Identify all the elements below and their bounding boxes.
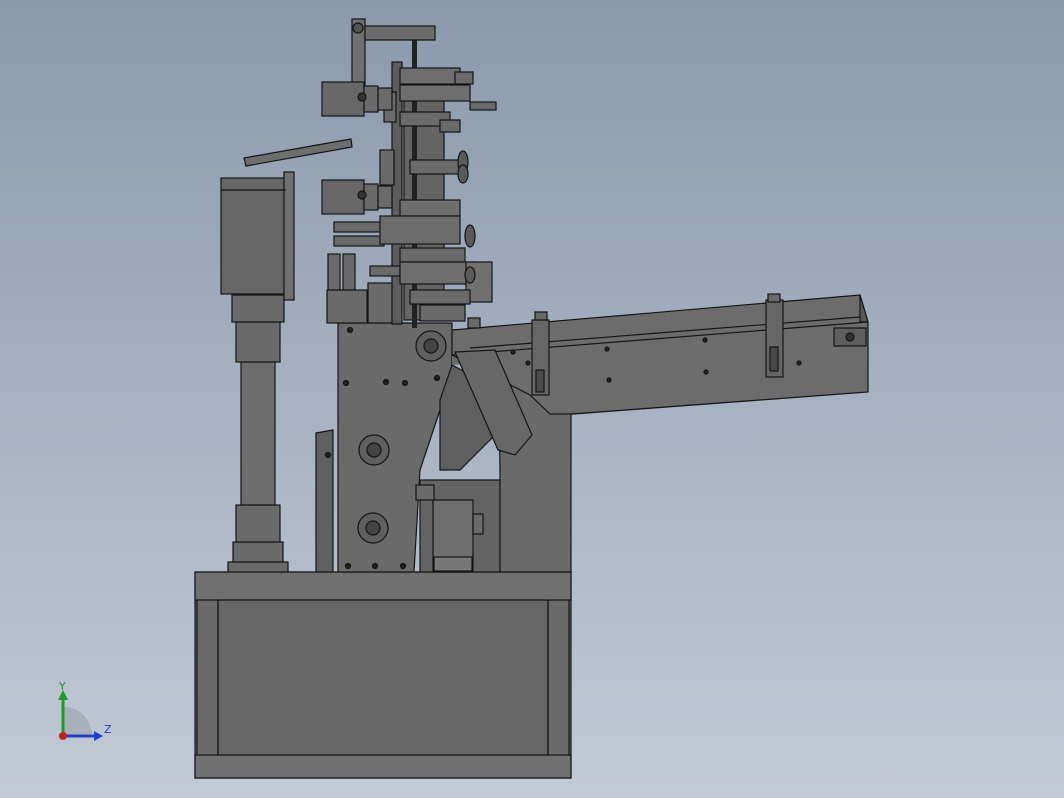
triad-y-label: Y — [58, 680, 66, 693]
triad-z-label: Z — [104, 723, 112, 736]
base-cabinet[interactable] — [194, 571, 572, 779]
triad-x-axis — [59, 732, 67, 740]
adjustment-clamp-right[interactable] — [765, 293, 784, 378]
cad-model-view[interactable]: Y Z — [0, 0, 1064, 798]
adjustment-clamp-left[interactable] — [531, 311, 550, 396]
electrical-box[interactable] — [220, 171, 295, 301]
cad-viewport[interactable]: Y Z — [0, 0, 1064, 798]
lower-gear-motor[interactable] — [415, 479, 501, 573]
